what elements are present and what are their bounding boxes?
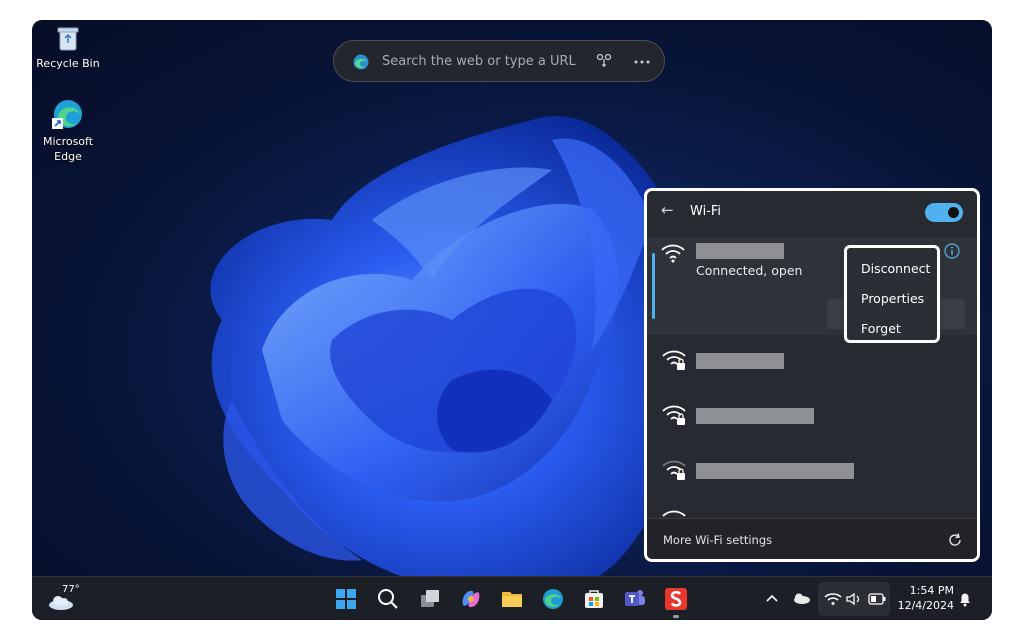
wifi-secured-weak-icon	[662, 460, 686, 480]
edge-icon	[52, 100, 82, 129]
start-icon[interactable]	[334, 587, 358, 611]
volume-icon	[846, 592, 860, 606]
cloud-icon	[49, 596, 73, 610]
edge-icon	[353, 54, 369, 70]
clock-date: 12/4/2024	[897, 599, 954, 612]
network-name-redacted	[696, 408, 814, 424]
battery-icon	[868, 593, 886, 605]
network-name-redacted	[696, 463, 854, 479]
network-row[interactable]	[647, 505, 977, 517]
onedrive-icon[interactable]	[792, 592, 810, 604]
connection-status: Connected, open	[696, 263, 803, 278]
wifi-icon	[662, 510, 686, 517]
desktop-icon-recycle-bin[interactable]: Recycle Bin	[32, 24, 105, 71]
bell-icon[interactable]	[958, 591, 972, 607]
wifi-secured-icon	[662, 405, 686, 425]
toggle-knob	[948, 207, 959, 218]
browser-search-bar[interactable]: Search the web or type a URL	[333, 40, 665, 82]
search-placeholder[interactable]: Search the web or type a URL	[382, 54, 576, 69]
wifi-icon	[824, 593, 842, 605]
system-clock[interactable]: 1:54 PM 12/4/2024	[898, 583, 954, 613]
wifi-secured-icon	[662, 350, 686, 370]
network-row[interactable]	[647, 341, 977, 395]
info-icon[interactable]	[944, 243, 960, 259]
context-menu-forget[interactable]: Forget	[861, 321, 901, 336]
teams-icon[interactable]	[623, 587, 647, 611]
desktop-icon-edge[interactable]: Microsoft Edge	[32, 98, 105, 164]
chevron-up-icon[interactable]	[766, 593, 778, 603]
wifi-panel-footer: More Wi-Fi settings	[647, 518, 977, 559]
clock-time: 1:54 PM	[909, 584, 954, 597]
weather-widget[interactable]: 77°	[46, 582, 90, 616]
edge-icon[interactable]	[541, 587, 565, 611]
more-wifi-settings-link[interactable]: More Wi-Fi settings	[663, 533, 772, 547]
wifi-panel: ← Wi-Fi Connected, open Disconnect Prope…	[644, 188, 980, 562]
copilot-icon[interactable]	[459, 587, 483, 611]
quick-settings-button[interactable]	[818, 582, 890, 616]
taskbar: 77° 1:54 PM 12/4/2024	[32, 576, 992, 620]
network-name-redacted	[696, 243, 784, 259]
visual-search-icon[interactable]	[596, 53, 612, 69]
context-menu-disconnect[interactable]: Disconnect	[861, 261, 930, 276]
search-icon[interactable]	[376, 587, 400, 611]
weather-temperature: 77°	[62, 584, 80, 595]
back-arrow-icon[interactable]: ←	[661, 201, 674, 219]
refresh-icon[interactable]	[947, 532, 963, 548]
wifi-icon	[661, 244, 685, 263]
network-name-redacted	[696, 353, 784, 369]
recycle-bin-label: Recycle Bin	[36, 57, 100, 70]
running-indicator	[673, 615, 679, 618]
task-view-icon[interactable]	[418, 587, 442, 611]
context-menu-properties[interactable]: Properties	[861, 291, 924, 306]
network-context-menu: Disconnect Properties Forget	[844, 245, 940, 343]
wifi-panel-title: Wi-Fi	[690, 204, 722, 219]
wifi-toggle[interactable]	[925, 203, 963, 222]
network-row[interactable]	[647, 396, 977, 450]
file-explorer-icon[interactable]	[500, 587, 524, 611]
recycle-bin-icon	[57, 27, 79, 51]
more-icon[interactable]	[634, 60, 650, 64]
wifi-panel-header: ← Wi-Fi	[647, 191, 977, 231]
selection-indicator	[652, 253, 655, 319]
snagit-icon[interactable]	[664, 587, 688, 611]
network-row[interactable]	[647, 451, 977, 505]
edge-label: Microsoft Edge	[42, 135, 94, 163]
desktop-screen: Recycle Bin Microsoft Edge Search the we…	[32, 20, 992, 620]
store-icon[interactable]	[582, 587, 606, 611]
